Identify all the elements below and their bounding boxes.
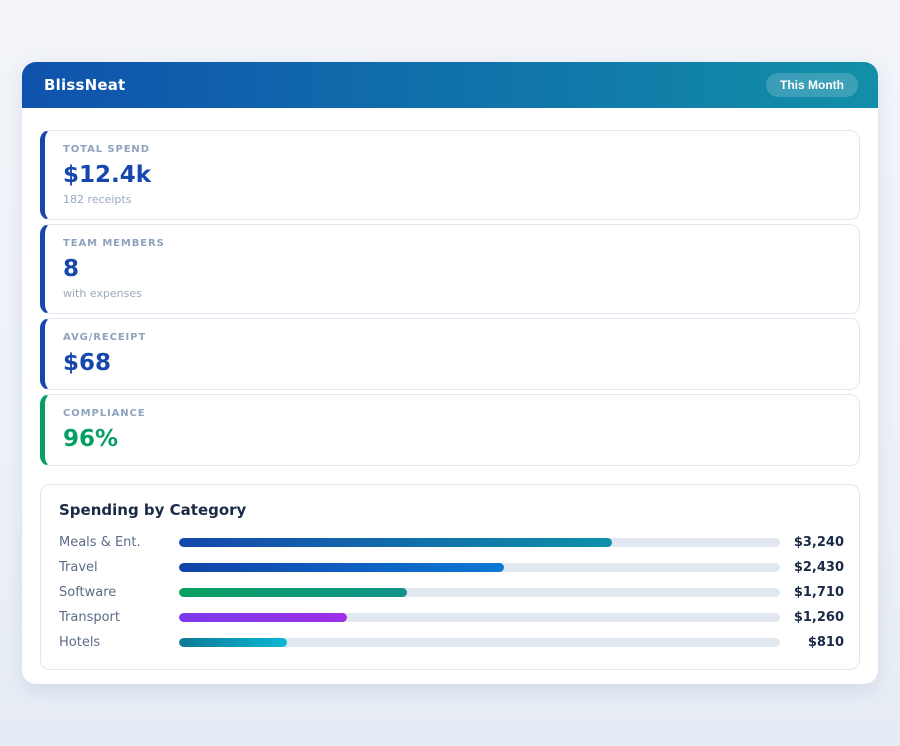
bar-track [179, 588, 780, 597]
category-value: $2,430 [780, 560, 844, 575]
category-label: Travel [59, 560, 179, 575]
bar-fill [179, 563, 504, 572]
bar-track [179, 538, 780, 547]
stat-label: AVG/RECEIPT [63, 332, 841, 344]
category-value: $3,240 [780, 535, 844, 550]
category-value: $1,710 [780, 585, 844, 600]
stat-value: $12.4k [63, 162, 841, 189]
stat-value: 96% [63, 426, 841, 453]
chart-row-meals: Meals & Ent. $3,240 [59, 530, 844, 555]
category-label: Hotels [59, 635, 179, 650]
bar-track [179, 563, 780, 572]
stat-card-avg-receipt: AVG/RECEIPT $68 [40, 318, 860, 390]
bar-fill [179, 638, 287, 647]
stat-card-compliance: COMPLIANCE 96% [40, 394, 860, 466]
bar-fill [179, 538, 612, 547]
stat-subtext: with expenses [63, 287, 841, 301]
chart-row-travel: Travel $2,430 [59, 555, 844, 580]
stat-card-total-spend: TOTAL SPEND $12.4k 182 receipts [40, 130, 860, 220]
chart-title: Spending by Category [59, 501, 844, 519]
app-title: BlissNeat [44, 76, 125, 94]
category-value: $1,260 [780, 610, 844, 625]
chart-row-software: Software $1,710 [59, 580, 844, 605]
bar-fill [179, 588, 407, 597]
bar-track [179, 638, 780, 647]
stat-value: $68 [63, 350, 841, 377]
stat-label: TOTAL SPEND [63, 144, 841, 156]
stat-subtext: 182 receipts [63, 193, 841, 207]
category-value: $810 [780, 635, 844, 650]
stat-value: 8 [63, 256, 841, 283]
bar-track [179, 613, 780, 622]
chart-row-hotels: Hotels $810 [59, 630, 844, 655]
category-label: Software [59, 585, 179, 600]
app-header: BlissNeat This Month [22, 62, 878, 108]
chart-row-transport: Transport $1,260 [59, 605, 844, 630]
stat-label: TEAM MEMBERS [63, 238, 841, 250]
dashboard-panel: BlissNeat This Month TOTAL SPEND $12.4k … [22, 62, 878, 684]
dashboard-content: TOTAL SPEND $12.4k 182 receipts TEAM MEM… [22, 108, 878, 684]
bar-fill [179, 613, 347, 622]
stat-card-team-members: TEAM MEMBERS 8 with expenses [40, 224, 860, 314]
category-label: Transport [59, 610, 179, 625]
category-label: Meals & Ent. [59, 535, 179, 550]
stat-label: COMPLIANCE [63, 408, 841, 420]
spending-by-category-chart: Spending by Category Meals & Ent. $3,240… [40, 484, 860, 670]
period-badge[interactable]: This Month [766, 73, 858, 97]
